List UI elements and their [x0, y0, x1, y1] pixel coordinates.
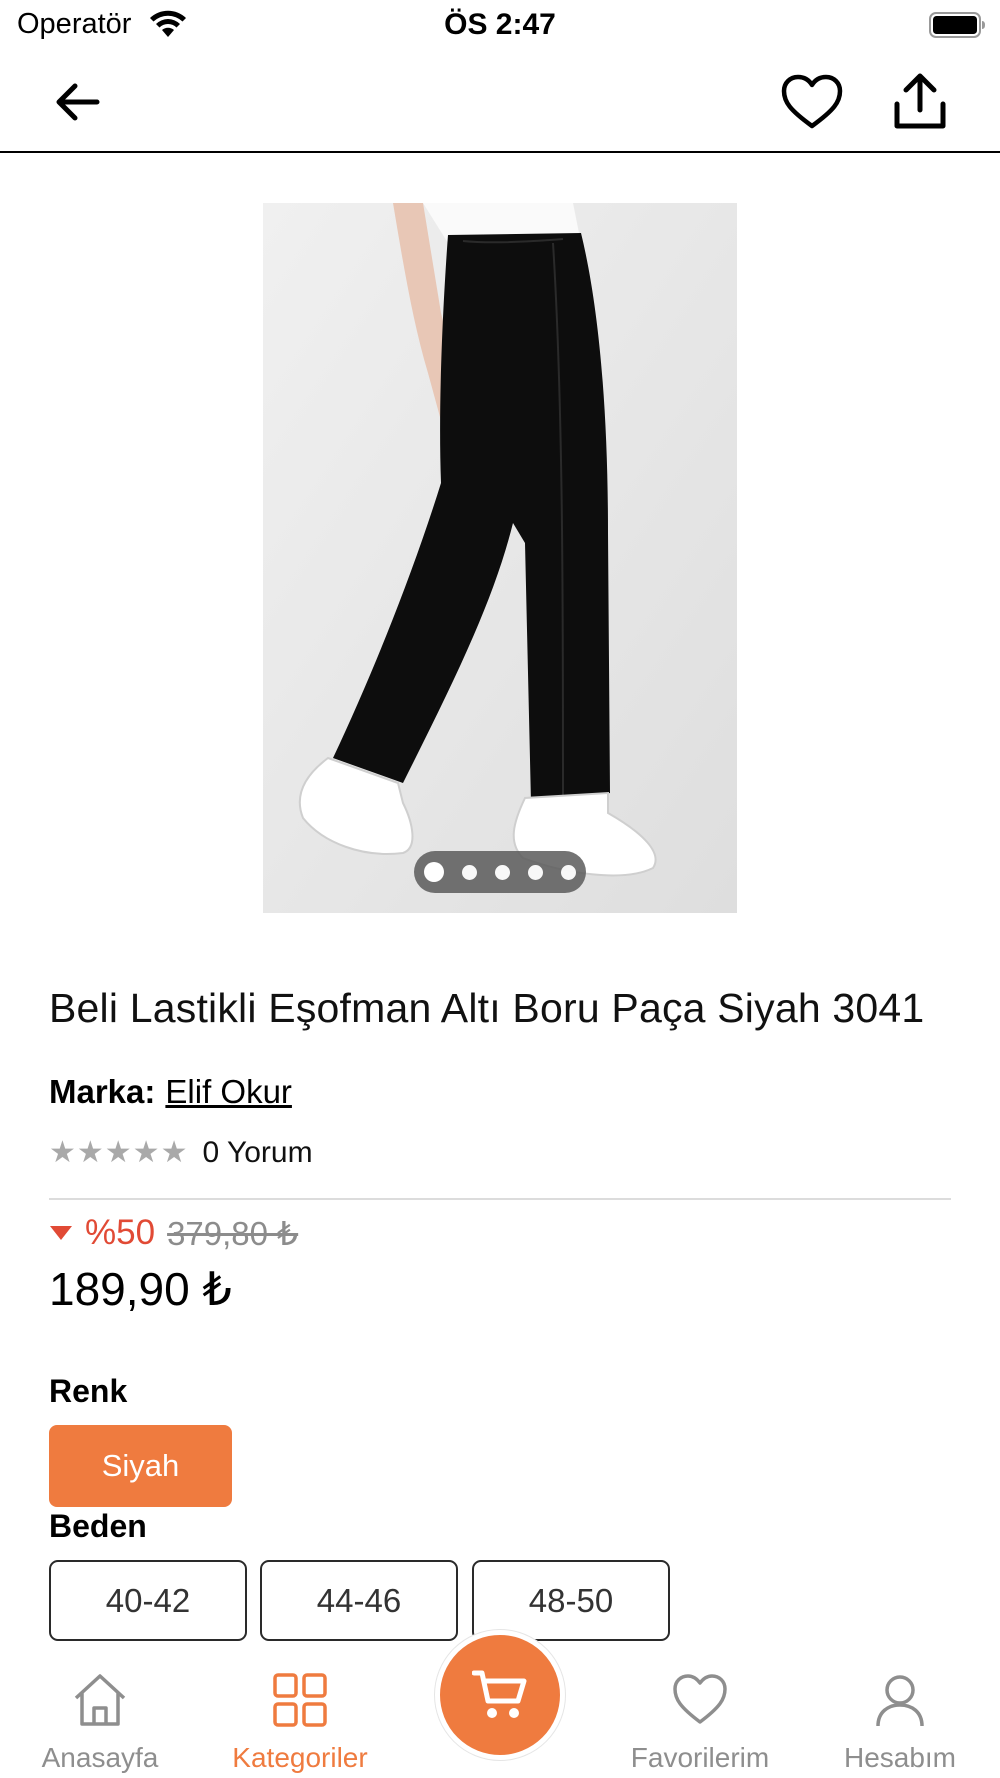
brand-link[interactable]: Elif Okur [165, 1073, 292, 1111]
cart-icon [472, 1670, 527, 1718]
pager-dot[interactable] [561, 864, 576, 880]
product-photo [263, 203, 737, 913]
tab-label: Hesabım [843, 1742, 957, 1773]
size-option[interactable]: 44-46 [260, 1560, 458, 1641]
share-button[interactable] [888, 70, 952, 134]
size-option[interactable]: 48-50 [472, 1560, 670, 1641]
share-upload-icon [894, 73, 946, 129]
size-option[interactable]: 40-42 [49, 1560, 247, 1641]
old-price: 379,80 ₺ [167, 1214, 299, 1252]
arrow-left-icon [56, 83, 100, 121]
pager-dot[interactable] [495, 864, 510, 880]
pager-dot[interactable] [424, 862, 444, 882]
grid-icon [273, 1673, 327, 1727]
tab-categories[interactable]: Kategoriler [200, 1660, 400, 1778]
home-icon [74, 1674, 126, 1726]
brand-label: Marka: [49, 1073, 156, 1110]
tab-account[interactable]: Hesabım [800, 1660, 1000, 1778]
review-count[interactable]: 0 Yorum [202, 1136, 312, 1170]
discount-down-arrow-icon [49, 1223, 73, 1243]
product-title: Beli Lastikli Eşofman Altı Boru Paça Siy… [49, 985, 925, 1031]
favorite-button[interactable] [780, 70, 844, 134]
heart-outline-icon [781, 74, 843, 129]
product-image-gallery[interactable] [263, 203, 737, 913]
color-section-label: Renk [49, 1373, 128, 1409]
discount-row: %50 379,80 ₺ [49, 1213, 298, 1253]
tab-label: Anasayfa [41, 1742, 159, 1773]
tab-label: Favorilerim [630, 1742, 770, 1773]
status-bar: Operatör ÖS 2:47 [0, 0, 1000, 50]
heart-icon [673, 1674, 727, 1724]
color-option-siyah[interactable]: Siyah [49, 1425, 232, 1507]
battery-icon [929, 12, 985, 38]
tab-label: Kategoriler [232, 1742, 368, 1773]
tab-home[interactable]: Anasayfa [0, 1660, 200, 1778]
pager-dot[interactable] [528, 864, 543, 880]
cart-button[interactable] [435, 1630, 565, 1760]
rating-stars: ★★★★★ [49, 1136, 189, 1169]
gallery-pager[interactable] [414, 851, 586, 893]
size-section-label: Beden [49, 1508, 147, 1544]
status-time: ÖS 2:47 [444, 8, 556, 41]
tab-favorites[interactable]: Favorilerim [600, 1660, 800, 1778]
current-price: 189,90 ₺ [49, 1263, 232, 1315]
rating-row[interactable]: ★★★★★ 0 Yorum [49, 1135, 313, 1170]
brand-row: Marka: Elif Okur [49, 1073, 292, 1111]
pager-dot[interactable] [462, 864, 477, 880]
navigation-bar [0, 60, 1000, 153]
discount-percent: %50 [85, 1213, 156, 1252]
divider [49, 1198, 951, 1200]
user-icon [876, 1675, 924, 1727]
back-button[interactable] [45, 70, 109, 134]
